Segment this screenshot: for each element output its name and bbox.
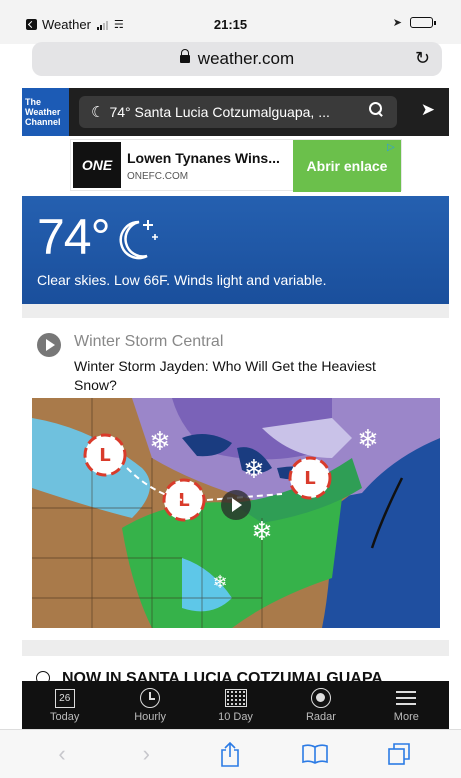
twc-logo[interactable]: The Weather Channel: [22, 88, 69, 136]
svg-text:L: L: [304, 468, 315, 489]
forward-button[interactable]: ›: [131, 739, 161, 769]
current-conditions[interactable]: 74° Clear skies. Low 66F. Winds light an…: [22, 196, 449, 304]
news-headline[interactable]: Winter Storm Jayden: Who Will Get the He…: [74, 357, 414, 395]
lock-icon: [179, 49, 190, 66]
safari-toolbar: ‹ ›: [0, 729, 461, 778]
moon-icon: ☾: [91, 104, 105, 121]
tab-label: Today: [50, 711, 80, 723]
divider: [22, 304, 449, 318]
share-button[interactable]: [215, 739, 245, 769]
ad-title: Lowen Tynanes Wins...: [127, 150, 280, 166]
book-icon: [301, 744, 328, 764]
svg-text:❄: ❄: [243, 455, 265, 485]
ad-domain: ONEFC.COM: [127, 171, 189, 182]
play-circle-icon: [37, 333, 61, 357]
calendar-icon: 26: [54, 688, 75, 708]
ad-cta-button[interactable]: Abrir enlace: [293, 140, 401, 192]
tabs-icon: [388, 743, 410, 765]
menu-icon: [396, 691, 417, 705]
radar-icon: [310, 688, 331, 708]
reload-icon[interactable]: ↻: [415, 48, 430, 69]
clock-icon: [140, 688, 161, 708]
ad-choices-icon[interactable]: ▷: [387, 142, 399, 154]
battery-icon: [410, 17, 436, 28]
svg-text:❄: ❄: [251, 517, 273, 547]
clear-night-icon: [119, 220, 158, 260]
location-arrow-icon: ➤: [392, 17, 402, 29]
tab-radar[interactable]: Radar: [278, 681, 363, 729]
tab-label: 10 Day: [218, 711, 253, 723]
svg-text:❄: ❄: [149, 427, 171, 457]
video-play-icon[interactable]: [221, 490, 251, 520]
grid-icon: [224, 689, 247, 707]
svg-text:❄: ❄: [212, 572, 227, 593]
tab-label: More: [393, 711, 419, 723]
status-right: ➤: [392, 16, 436, 29]
tab-today[interactable]: 26 Today: [22, 681, 107, 729]
divider: [22, 640, 449, 656]
locate-me-icon[interactable]: ➤: [421, 100, 435, 120]
current-description: Clear skies. Low 66F. Winds light and va…: [37, 272, 327, 288]
back-button[interactable]: ‹: [47, 739, 77, 769]
ad-banner[interactable]: ONE Lowen Tynanes Wins... ONEFC.COM Abri…: [70, 139, 402, 192]
location-search[interactable]: ☾ 74° Santa Lucia Cotzumalguapa, ...: [79, 96, 397, 128]
search-icon[interactable]: [369, 102, 383, 116]
location-text: 74° Santa Lucia Cotzumalguapa, ...: [109, 104, 330, 120]
tab-hourly[interactable]: Hourly: [107, 681, 192, 729]
tabs-button[interactable]: [384, 739, 414, 769]
tab-10-day[interactable]: 10 Day: [193, 681, 278, 729]
status-bar: Weather ☴ 21:15 ➤: [0, 0, 461, 44]
svg-text:❄: ❄: [357, 425, 379, 455]
url-text: weather.com: [197, 49, 295, 68]
twc-header: The Weather Channel ☾ 74° Santa Lucia Co…: [22, 88, 449, 136]
share-icon: [221, 741, 240, 767]
twc-tab-bar: 26 Today Hourly 10 Day Radar More: [22, 681, 449, 729]
address-bar[interactable]: weather.com ↻: [32, 42, 442, 76]
svg-text:L: L: [99, 445, 110, 466]
tab-more[interactable]: More: [364, 681, 449, 729]
bookmarks-button[interactable]: [300, 739, 330, 769]
tab-label: Hourly: [134, 711, 166, 723]
storm-map-video[interactable]: L L L ❄ ❄ ❄ ❄ ❄: [32, 398, 440, 628]
news-card[interactable]: Winter Storm Central Winter Storm Jayden…: [22, 318, 449, 640]
current-temperature: 74°: [37, 209, 111, 265]
section-label: Winter Storm Central: [74, 333, 224, 350]
ad-logo: ONE: [73, 142, 121, 188]
tab-label: Radar: [305, 711, 336, 723]
